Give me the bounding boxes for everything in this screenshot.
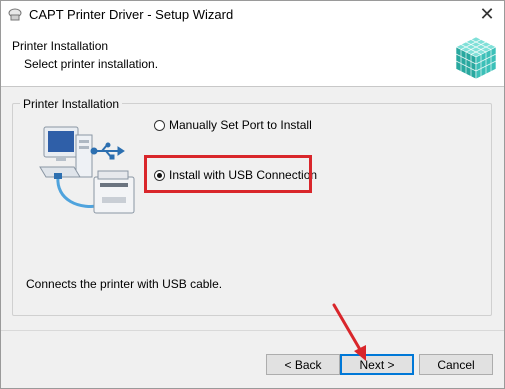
setup-wizard-window: CAPT Printer Driver - Setup Wizard ✕ Pri…: [0, 0, 505, 389]
canon-cube-logo-icon: [455, 36, 497, 80]
computer-usb-printer-icon: [39, 126, 135, 214]
window-title: CAPT Printer Driver - Setup Wizard: [29, 7, 234, 22]
close-button[interactable]: ✕: [470, 1, 504, 29]
header-subtitle: Select printer installation.: [24, 57, 159, 71]
close-icon: ✕: [479, 4, 495, 24]
highlight-annotation-box: [144, 155, 312, 193]
title-bar: CAPT Printer Driver - Setup Wizard ✕: [1, 1, 504, 29]
header-title: Printer Installation: [12, 39, 109, 53]
group-label: Printer Installation: [20, 97, 123, 111]
cancel-button[interactable]: Cancel: [419, 354, 493, 375]
footer-divider: [1, 330, 504, 331]
manual-port-radio[interactable]: [154, 119, 165, 131]
option-manual-port[interactable]: Manually Set Port to Install: [154, 118, 312, 132]
option-description: Connects the printer with USB cable.: [26, 277, 223, 291]
red-arrow-annotation-icon: [332, 303, 366, 361]
wizard-header: Printer Installation Select printer inst…: [1, 29, 504, 87]
manual-port-label: Manually Set Port to Install: [169, 118, 312, 132]
printer-driver-app-icon: [8, 8, 22, 21]
